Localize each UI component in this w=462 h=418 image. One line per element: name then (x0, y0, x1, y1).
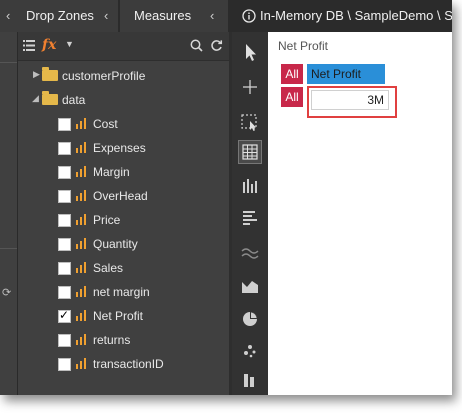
list-icon[interactable] (23, 40, 35, 51)
measure-label: Sales (93, 261, 124, 275)
report-path-label: In-Memory DB \ SampleDemo \ S (260, 8, 452, 23)
chevron-left-icon[interactable]: ‹ (210, 0, 214, 32)
measure-item[interactable]: returns (18, 328, 229, 352)
drop-zones-strip[interactable]: ⟳ (0, 32, 18, 395)
report-canvas[interactable]: Net Profit All Net Profit All 3M (268, 32, 452, 395)
measure-label: net margin (93, 285, 150, 299)
measure-icon (76, 118, 88, 129)
info-icon (242, 9, 256, 23)
measure-icon (76, 238, 88, 249)
measure-item[interactable]: net margin (18, 280, 229, 304)
measure-label: Quantity (93, 237, 138, 251)
tab-drop-zones[interactable]: ‹ Drop Zones ‹ (0, 0, 118, 32)
measure-checkbox[interactable] (58, 308, 71, 323)
measure-icon (76, 334, 88, 345)
folder-label: data (62, 93, 86, 107)
measure-item[interactable]: Expenses (18, 136, 229, 160)
measure-item[interactable]: Net Profit (18, 304, 229, 328)
measure-item[interactable]: Margin (18, 160, 229, 184)
measure-checkbox[interactable] (58, 166, 71, 179)
measure-icon (76, 166, 88, 177)
folder-icon (42, 67, 58, 81)
measure-label: OverHead (93, 189, 148, 203)
measure-label: Net Profit (93, 309, 144, 323)
measure-icon (76, 190, 88, 201)
row-header-all[interactable]: All (281, 87, 303, 107)
pie-chart-icon[interactable] (238, 307, 262, 331)
measure-label: Expenses (93, 141, 146, 155)
folder-icon (42, 91, 58, 105)
tab-bar: ‹ Drop Zones ‹ Measures ‹ In-Memory DB \… (0, 0, 452, 32)
measure-item[interactable]: Price (18, 208, 229, 232)
measure-checkbox[interactable] (58, 190, 71, 203)
measure-icon (76, 310, 88, 321)
area-chart-icon[interactable] (238, 274, 262, 298)
measure-checkbox[interactable] (58, 238, 71, 251)
tree-folder-customer-profile[interactable]: ▶ customerProfile (18, 64, 229, 88)
measure-label: Price (93, 213, 121, 227)
tab-measures[interactable]: Measures ‹ (120, 0, 228, 32)
measure-item[interactable]: Cost (18, 112, 229, 136)
measure-icon (76, 358, 88, 369)
measure-label: Margin (93, 165, 130, 179)
report-title: Net Profit (278, 39, 329, 53)
value-cell[interactable]: 3M (311, 90, 389, 110)
crosshair-icon[interactable] (238, 75, 262, 99)
refresh-icon[interactable]: ⟳ (2, 286, 11, 299)
caret-down-icon[interactable]: ▼ (65, 39, 74, 49)
horizontal-bar-icon[interactable] (238, 206, 262, 230)
chevron-left-icon[interactable]: ‹ (104, 0, 108, 32)
measure-item[interactable]: Quantity (18, 232, 229, 256)
tree-folder-data[interactable]: ◢ data (18, 88, 229, 112)
measures-toolbar: fx ▼ (18, 32, 229, 61)
measure-label: returns (93, 333, 131, 347)
measure-checkbox[interactable] (58, 286, 71, 299)
chevron-left-icon[interactable]: ‹ (6, 0, 10, 32)
measures-panel: fx ▼ ▶ customerProfile ◢ data Cost Expens… (18, 32, 229, 395)
app-window: ‹ Drop Zones ‹ Measures ‹ In-Memory DB \… (0, 0, 452, 395)
column-header-net-profit[interactable]: Net Profit (307, 64, 385, 84)
measure-checkbox[interactable] (58, 262, 71, 275)
measure-icon (76, 262, 88, 273)
divider (0, 62, 17, 63)
bar-chart-icon[interactable] (238, 174, 262, 198)
tab-drop-zones-label: Drop Zones (26, 8, 94, 23)
selection-icon[interactable] (238, 110, 262, 134)
function-icon[interactable]: fx (42, 37, 56, 53)
tab-report[interactable]: In-Memory DB \ SampleDemo \ S (232, 0, 452, 32)
other-icon[interactable] (238, 368, 262, 392)
divider (0, 248, 17, 249)
measure-icon (76, 214, 88, 225)
pointer-icon[interactable] (238, 40, 262, 64)
measure-checkbox[interactable] (58, 214, 71, 227)
measure-item[interactable]: transactionID (18, 352, 229, 376)
row-header-all[interactable]: All (281, 64, 303, 84)
expand-arrow-icon[interactable]: ▶ (33, 69, 40, 80)
measure-item[interactable]: OverHead (18, 184, 229, 208)
measure-label: transactionID (93, 357, 164, 371)
measure-label: Cost (93, 117, 118, 131)
tab-measures-label: Measures (134, 8, 192, 23)
wave-icon[interactable] (238, 240, 262, 264)
measure-icon (76, 286, 88, 297)
measure-item[interactable]: Sales (18, 256, 229, 280)
search-icon[interactable] (190, 39, 203, 52)
measure-icon (76, 142, 88, 153)
visual-toolbar (232, 32, 268, 395)
measure-checkbox[interactable] (58, 142, 71, 155)
measure-checkbox[interactable] (58, 118, 71, 131)
measure-checkbox[interactable] (58, 334, 71, 347)
measure-checkbox[interactable] (58, 358, 71, 371)
refresh-icon[interactable] (210, 39, 223, 52)
scatter-icon[interactable] (238, 338, 262, 362)
collapse-arrow-icon[interactable]: ◢ (32, 93, 39, 104)
folder-label: customerProfile (62, 69, 146, 83)
grid-icon[interactable] (238, 140, 262, 164)
